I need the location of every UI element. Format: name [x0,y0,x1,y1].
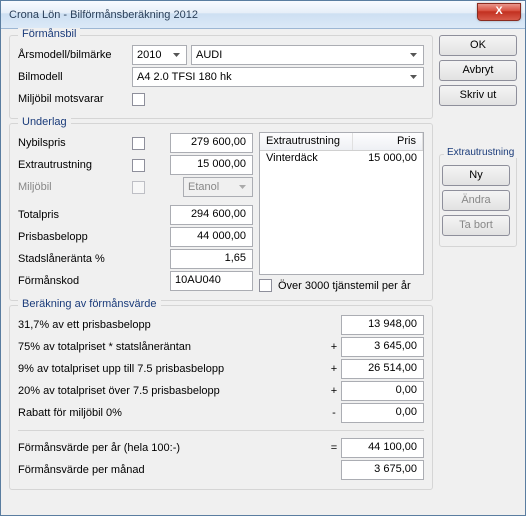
ny-button[interactable]: Ny [442,165,510,186]
miljobil-checkbox[interactable] [132,93,145,106]
underlag-group: Underlag Nybilspris 279 600,00 Extrautru… [9,123,433,301]
window-title: Crona Lön - Bilförmånsberäkning 2012 [9,9,198,21]
skriv-ut-button[interactable]: Skriv ut [439,85,517,106]
col-price: Pris [353,133,423,150]
make-value: AUDI [196,49,222,61]
chevron-down-icon [406,69,421,85]
prisbas-label: Prisbasbelopp [18,231,128,243]
extra-table[interactable]: Extrautrustning Pris Vinterdäck 15 000,0… [259,132,424,275]
calc-r3-val: 26 514,00 [341,359,424,379]
nybilspris-value[interactable]: 279 600,00 [170,133,253,153]
separator [18,430,424,431]
avbryt-button[interactable]: Avbryt [439,60,517,81]
chevron-down-icon [406,47,421,63]
calc-r7-val: 3 675,00 [341,460,424,480]
formansbil-group: Förmånsbil Årsmodell/bilmärke 2010 AUDI … [9,35,433,119]
nybilspris-label: Nybilspris [18,137,128,149]
extra-legend: Extrautrustning [444,147,517,158]
miljobil-combo: Etanol [183,177,253,197]
underlag-legend: Underlag [18,116,71,128]
year-combo[interactable]: 2010 [132,45,187,65]
prisbas-value: 44 000,00 [170,227,253,247]
extrautrustning-group: Extrautrustning Ny Ändra Ta bort [439,154,517,247]
miljobil-option: Etanol [188,181,219,193]
tjanstmil-checkbox[interactable] [259,279,272,292]
app-window: Crona Lön - Bilförmånsberäkning 2012 X F… [0,0,526,516]
calc-legend: Beräkning av förmånsvärde [18,298,161,310]
model-combo[interactable]: A4 2.0 TFSI 180 hk [132,67,424,87]
total-value: 294 600,00 [170,205,253,225]
calc-r6-desc: Förmånsvärde per år (hela 100:-) [18,442,327,454]
miljobil-motsvarar-label: Miljöbil motsvarar [18,93,128,105]
calc-r4-desc: 20% av totalpriset över 7.5 prisbasbelop… [18,385,327,397]
extra-value[interactable]: 15 000,00 [170,155,253,175]
calc-r2-val: 3 645,00 [341,337,424,357]
calc-r5-val: 0,00 [341,403,424,423]
row-price: 15 000,00 [353,151,423,169]
chevron-down-icon [169,47,184,63]
ranta-value: 1,65 [170,249,253,269]
miljobil-type-checkbox [132,181,145,194]
ok-button[interactable]: OK [439,35,517,56]
calc-r5-op: - [327,407,341,419]
calc-r2-desc: 75% av totalpriset * statslåneräntan [18,341,327,353]
ranta-label: Stadslåneränta % [18,253,128,265]
calc-group: Beräkning av förmånsvärde 31,7% av ett p… [9,305,433,490]
kod-value: 10AU040 [170,271,253,291]
total-label: Totalpris [18,209,128,221]
extra-label: Extrautrustning [18,159,128,171]
close-button[interactable]: X [477,3,521,21]
titlebar: Crona Lön - Bilförmånsberäkning 2012 X [1,1,525,29]
table-head: Extrautrustning Pris [260,133,423,151]
table-row[interactable]: Vinterdäck 15 000,00 [260,151,423,169]
andra-button: Ändra [442,190,510,211]
year-value: 2010 [137,49,161,61]
calc-r3-op: + [327,363,341,375]
underlag-left: Nybilspris 279 600,00 Extrautrustning 15… [18,132,253,292]
calc-r4-op: + [327,385,341,397]
calc-r7-desc: Förmånsvärde per månad [18,464,327,476]
calc-r1-val: 13 948,00 [341,315,424,335]
model-value: A4 2.0 TFSI 180 hk [137,71,232,83]
calc-r6-op: = [327,442,341,454]
calc-r2-op: + [327,341,341,353]
right-column: OK Avbryt Skriv ut Extrautrustning Ny Än… [439,35,517,507]
left-column: Förmånsbil Årsmodell/bilmärke 2010 AUDI … [9,35,433,507]
chevron-down-icon [235,179,250,195]
col-name: Extrautrustning [260,133,353,150]
calc-r6-val: 44 100,00 [341,438,424,458]
calc-r1-desc: 31,7% av ett prisbasbelopp [18,319,327,331]
tjanstmil-label: Över 3000 tjänstemil per år [278,280,411,292]
arsmodell-label: Årsmodell/bilmärke [18,49,128,61]
make-combo[interactable]: AUDI [191,45,424,65]
window-body: Förmånsbil Årsmodell/bilmärke 2010 AUDI … [1,29,525,515]
row-name: Vinterdäck [260,151,353,169]
formansbil-legend: Förmånsbil [18,28,80,40]
miljobil-label: Miljöbil [18,181,128,193]
calc-r5-desc: Rabatt för miljöbil 0% [18,407,327,419]
nybilspris-checkbox[interactable] [132,137,145,150]
calc-r4-val: 0,00 [341,381,424,401]
extra-checkbox[interactable] [132,159,145,172]
kod-label: Förmånskod [18,275,128,287]
bilmodell-label: Bilmodell [18,71,128,83]
tabort-button: Ta bort [442,215,510,236]
calc-r3-desc: 9% av totalpriset upp till 7.5 prisbasbe… [18,363,327,375]
